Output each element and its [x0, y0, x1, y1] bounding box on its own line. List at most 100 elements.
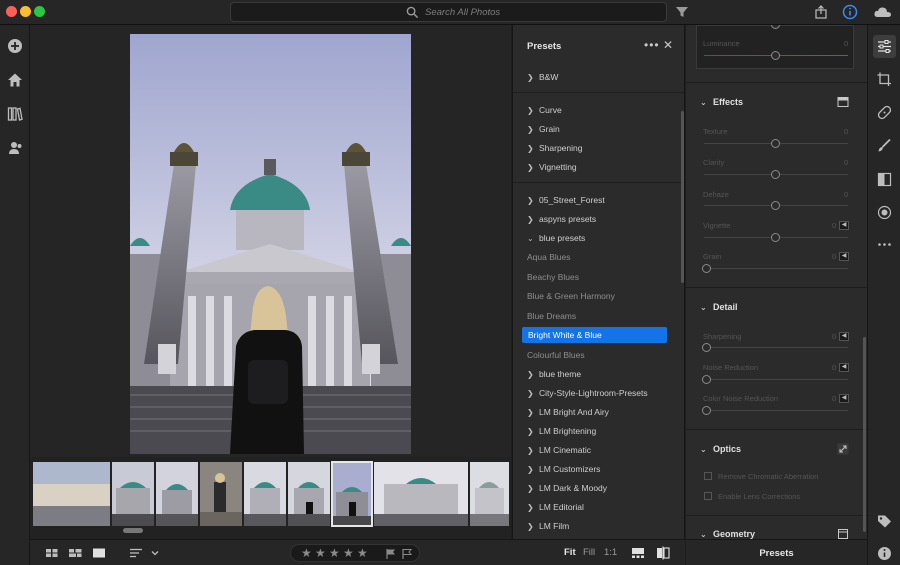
preset-group-lm-dark-moody[interactable]: ❯ LM Dark & Moody — [527, 480, 607, 496]
expand-slider-button[interactable]: ◀ — [839, 332, 849, 341]
expand-slider-button[interactable]: ◀ — [839, 252, 849, 261]
preset-group-lm-cinematic[interactable]: ❯ LM Cinematic — [527, 442, 591, 458]
preset-group-lm-film[interactable]: ❯ LM Film — [527, 518, 569, 534]
search-input[interactable] — [425, 5, 645, 20]
preset-item-selected[interactable]: Bright White & Blue — [522, 327, 667, 343]
expand-slider-button[interactable]: ◀ — [839, 363, 849, 372]
compare-view-icon[interactable] — [655, 545, 671, 561]
effects-section-header[interactable]: ⌄ Effects — [700, 97, 743, 107]
slider-track[interactable] — [704, 379, 848, 380]
slider-track[interactable] — [704, 347, 848, 348]
star-4[interactable]: ★ — [343, 546, 354, 560]
lens-corrections-checkbox[interactable] — [704, 492, 712, 500]
flag-reject-icon[interactable] — [401, 548, 413, 560]
slider-knob[interactable] — [771, 201, 780, 210]
more-tools-icon[interactable] — [876, 236, 893, 253]
filter-icon[interactable] — [674, 4, 690, 20]
preset-group-street-forest[interactable]: ❯ 05_Street_Forest — [527, 192, 605, 208]
zoom-fill-button[interactable]: Fill — [583, 547, 595, 558]
preset-item[interactable]: Blue Dreams — [527, 308, 576, 324]
geometry-section-header[interactable]: ⌄ Geometry — [700, 529, 755, 539]
filmstrip-scrollbar[interactable] — [123, 528, 143, 533]
preset-item[interactable]: Beachy Blues — [527, 269, 579, 285]
filmstrip-thumb[interactable] — [470, 462, 509, 526]
geometry-guided-icon[interactable] — [837, 528, 849, 539]
slider-knob[interactable] — [702, 375, 711, 384]
slider-knob[interactable] — [771, 51, 780, 60]
slider-knob[interactable] — [702, 264, 711, 273]
slider-knob[interactable] — [702, 343, 711, 352]
preset-item[interactable]: Aqua Blues — [527, 249, 570, 265]
expand-slider-button[interactable]: ◀ — [839, 394, 849, 403]
slider-knob[interactable] — [771, 233, 780, 242]
share-icon[interactable] — [813, 4, 829, 20]
preset-group-lm-brightening[interactable]: ❯ LM Brightening — [527, 423, 596, 439]
slider-track[interactable] — [704, 410, 848, 411]
preset-group-lm-editorial[interactable]: ❯ LM Editorial — [527, 499, 584, 515]
preset-group-lm-bright-airy[interactable]: ❯ LM Bright And Airy — [527, 404, 609, 420]
zoom-fit-button[interactable]: Fit — [564, 547, 576, 558]
more-options-button[interactable]: ••• — [644, 38, 660, 52]
star-rating[interactable]: ★ ★ ★ ★ ★ — [290, 544, 420, 562]
info-badge-icon[interactable] — [842, 4, 858, 20]
photo-grid-icon[interactable] — [67, 545, 83, 561]
filmstrip-thumb[interactable] — [288, 462, 330, 526]
filmstrip-thumb[interactable] — [244, 462, 286, 526]
chevron-down-icon[interactable] — [150, 545, 160, 561]
preset-group-lm-customizers[interactable]: ❯ LM Customizers — [527, 461, 600, 477]
preset-group-city-style[interactable]: ❯ City-Style-Lightroom-Presets — [527, 385, 648, 401]
star-3[interactable]: ★ — [329, 546, 340, 560]
zoom-1to1-button[interactable]: 1:1 — [604, 547, 617, 558]
preset-item[interactable]: Colourful Blues — [527, 347, 585, 363]
filmstrip-toggle-icon[interactable] — [630, 545, 646, 561]
filmstrip-thumb-selected[interactable] — [331, 461, 373, 527]
linear-gradient-icon[interactable] — [876, 171, 893, 188]
people-icon[interactable] — [6, 139, 24, 157]
zoom-window-button[interactable] — [34, 6, 45, 17]
filmstrip[interactable] — [30, 457, 511, 539]
tag-icon[interactable] — [876, 513, 893, 530]
library-icon[interactable] — [6, 105, 24, 123]
preset-group-vignetting[interactable]: ❯ Vignetting — [527, 159, 577, 175]
edit-panel-scrollbar[interactable] — [863, 337, 866, 532]
star-1[interactable]: ★ — [301, 546, 312, 560]
star-5[interactable]: ★ — [357, 546, 368, 560]
detail-section-header[interactable]: ⌄ Detail — [700, 302, 738, 312]
presets-footer-button[interactable]: Presets — [686, 539, 867, 565]
radial-gradient-icon[interactable] — [876, 204, 893, 221]
detail-view-icon[interactable] — [91, 545, 107, 561]
home-icon[interactable] — [6, 71, 24, 89]
chromatic-aberration-checkbox[interactable] — [704, 472, 712, 480]
square-grid-icon[interactable] — [44, 545, 60, 561]
slider-knob[interactable] — [702, 406, 711, 415]
optics-section-header[interactable]: ⌄ Optics — [700, 444, 741, 454]
info-icon[interactable] — [876, 545, 893, 562]
preset-group-blue-presets[interactable]: ⌄ blue presets — [527, 230, 585, 246]
preset-group-blue-theme[interactable]: ❯ blue theme — [527, 366, 581, 382]
slider-knob[interactable] — [771, 170, 780, 179]
filmstrip-thumb[interactable] — [112, 462, 154, 526]
expand-slider-button[interactable]: ◀ — [839, 221, 849, 230]
photo-canvas[interactable] — [30, 25, 511, 457]
flag-pick-icon[interactable] — [385, 548, 397, 560]
preset-group-aspyns[interactable]: ❯ aspyns presets — [527, 211, 596, 227]
filmstrip-thumb[interactable] — [33, 462, 110, 526]
preset-group-b-and-w[interactable]: ❯ B&W — [527, 69, 558, 85]
filmstrip-thumb[interactable] — [156, 462, 198, 526]
close-window-button[interactable] — [6, 6, 17, 17]
presets-scrollbar[interactable] — [681, 111, 684, 283]
preset-item[interactable]: Blue & Green Harmony — [527, 288, 615, 304]
cloud-icon[interactable] — [873, 4, 893, 20]
healing-brush-icon[interactable] — [876, 104, 893, 121]
minimize-window-button[interactable] — [20, 6, 31, 17]
preset-group-grain[interactable]: ❯ Grain — [527, 121, 560, 137]
filmstrip-thumb[interactable] — [200, 462, 242, 526]
slider-knob[interactable] — [771, 139, 780, 148]
effects-panel-icon[interactable] — [837, 96, 849, 108]
close-panel-button[interactable]: ✕ — [663, 38, 673, 52]
slider-track[interactable] — [704, 268, 848, 269]
auto-correct-icon[interactable] — [837, 443, 849, 455]
crop-rotate-icon[interactable] — [876, 71, 893, 88]
add-photos-icon[interactable] — [6, 37, 24, 55]
preset-group-curve[interactable]: ❯ Curve — [527, 102, 562, 118]
